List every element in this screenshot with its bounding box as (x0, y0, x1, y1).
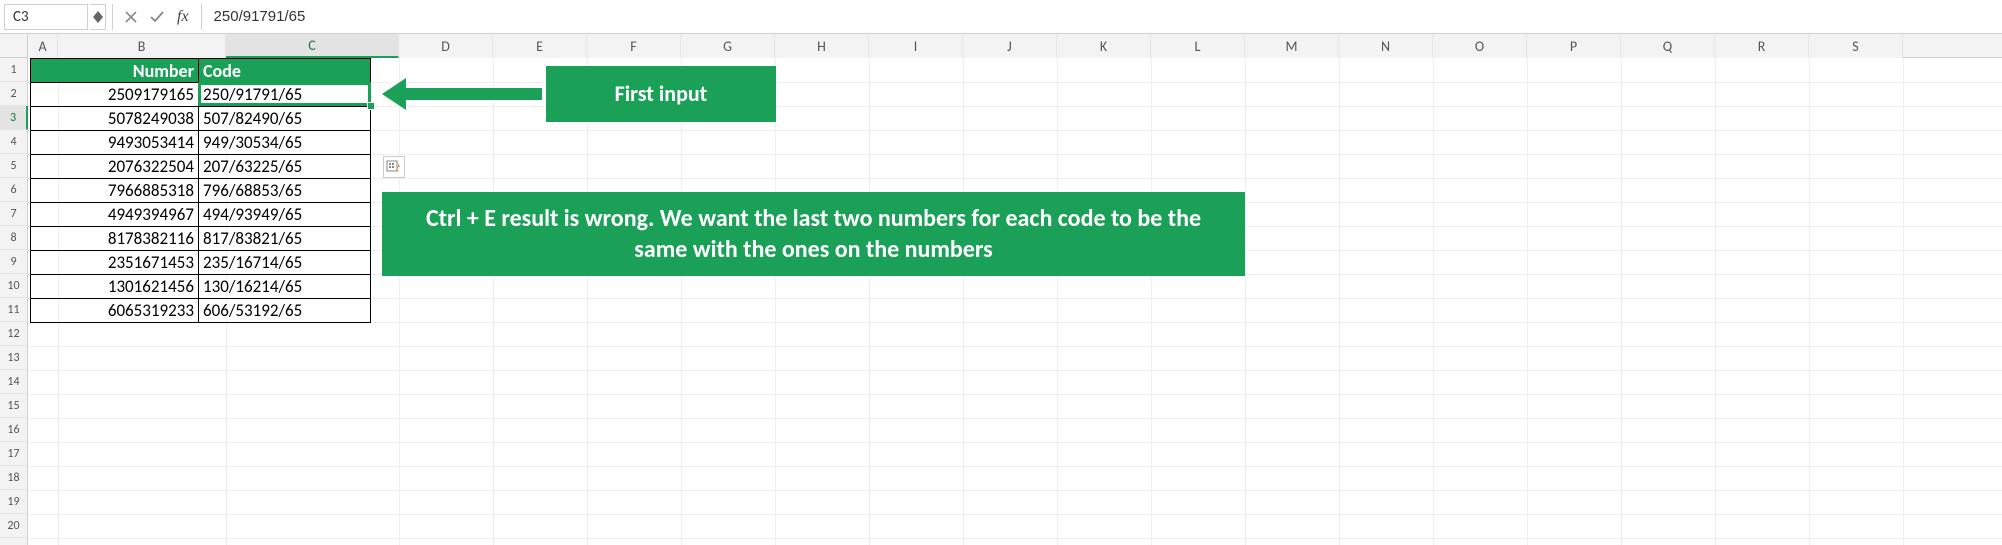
row-header[interactable]: 9 (0, 250, 28, 274)
table-row[interactable]: 8178382116817/83821/65 (31, 227, 371, 251)
cell-number[interactable]: 9493053414 (31, 131, 199, 155)
cell-code[interactable]: 796/68853/65 (199, 179, 371, 203)
row-headers: 12345678910111213141516171819202122 (0, 58, 28, 545)
table-row[interactable]: 2509179165250/91791/65 (31, 83, 371, 107)
fill-handle[interactable] (367, 102, 375, 110)
column-header[interactable]: S (1809, 34, 1903, 58)
table-row[interactable]: 5078249038507/82490/65 (31, 107, 371, 131)
row-header[interactable]: 2 (0, 82, 28, 106)
row-header[interactable]: 18 (0, 466, 28, 490)
cell-code[interactable]: 507/82490/65 (199, 107, 371, 131)
table-row[interactable]: 2076322504207/63225/65 (31, 155, 371, 179)
data-table: Number Code 2509179165250/91791/65507824… (30, 58, 371, 323)
divider (112, 4, 113, 30)
row-header[interactable]: 19 (0, 490, 28, 514)
table-header-number: Number (31, 59, 199, 83)
column-header[interactable]: H (775, 34, 869, 58)
column-header[interactable]: I (869, 34, 963, 58)
column-header[interactable]: E (493, 34, 587, 58)
select-all-corner[interactable] (0, 34, 28, 58)
column-header[interactable]: B (58, 34, 226, 58)
column-header[interactable]: N (1339, 34, 1433, 58)
confirm-formula-button[interactable] (145, 4, 169, 30)
cell-number[interactable]: 2076322504 (31, 155, 199, 179)
column-header[interactable]: O (1433, 34, 1527, 58)
column-header[interactable]: C (226, 34, 399, 58)
row-header[interactable]: 14 (0, 370, 28, 394)
callout-explanation-text: Ctrl + E result is wrong. We want the la… (400, 203, 1227, 265)
column-header[interactable]: Q (1621, 34, 1715, 58)
column-header[interactable]: J (963, 34, 1057, 58)
row-header[interactable]: 20 (0, 514, 28, 538)
column-header[interactable]: F (587, 34, 681, 58)
row-header[interactable]: 4 (0, 130, 28, 154)
flash-fill-options-button[interactable] (383, 156, 405, 178)
row-header[interactable]: 3 (0, 106, 28, 130)
spreadsheet-app: C3 fx ABCDEFGHIJKLMNOPQRS 12345678910111… (0, 0, 2002, 545)
cell-number[interactable]: 7966885318 (31, 179, 199, 203)
cell-number[interactable]: 5078249038 (31, 107, 199, 131)
divider (201, 4, 202, 30)
cell-code[interactable]: 130/16214/65 (199, 275, 371, 299)
row-header[interactable]: 7 (0, 202, 28, 226)
row-header[interactable]: 8 (0, 226, 28, 250)
cell-code[interactable]: 250/91791/65 (199, 83, 371, 107)
cell-number[interactable]: 8178382116 (31, 227, 199, 251)
row-header[interactable]: 5 (0, 154, 28, 178)
row-header[interactable]: 6 (0, 178, 28, 202)
table-row[interactable]: 7966885318796/68853/65 (31, 179, 371, 203)
table-header-code: Code (199, 59, 371, 83)
cell-code[interactable]: 817/83821/65 (199, 227, 371, 251)
column-header[interactable]: L (1151, 34, 1245, 58)
cell-number[interactable]: 6065319233 (31, 299, 199, 323)
cell-code[interactable]: 949/30534/65 (199, 131, 371, 155)
column-header[interactable]: A (28, 34, 58, 58)
column-header[interactable]: G (681, 34, 775, 58)
sheet-grid[interactable]: ABCDEFGHIJKLMNOPQRS 12345678910111213141… (0, 34, 2002, 545)
cell-code[interactable]: 207/63225/65 (199, 155, 371, 179)
row-header[interactable]: 10 (0, 274, 28, 298)
row-header[interactable]: 17 (0, 442, 28, 466)
row-header[interactable]: 21 (0, 538, 28, 545)
row-header[interactable]: 13 (0, 346, 28, 370)
column-header[interactable]: R (1715, 34, 1809, 58)
cell-number[interactable]: 1301621456 (31, 275, 199, 299)
cell-code[interactable]: 494/93949/65 (199, 203, 371, 227)
formula-bar: C3 fx (0, 0, 2002, 34)
callout-explanation: Ctrl + E result is wrong. We want the la… (382, 192, 1245, 276)
callout-first-input: First input (546, 66, 776, 122)
cell-code[interactable]: 606/53192/65 (199, 299, 371, 323)
row-header[interactable]: 12 (0, 322, 28, 346)
formula-input[interactable] (208, 4, 1998, 30)
table-body: 2509179165250/91791/655078249038507/8249… (31, 83, 371, 323)
table-row[interactable]: 1301621456130/16214/65 (31, 275, 371, 299)
column-header[interactable]: P (1527, 34, 1621, 58)
table-row[interactable]: 4949394967494/93949/65 (31, 203, 371, 227)
callout-first-input-text: First input (615, 80, 708, 109)
name-box[interactable]: C3 (4, 4, 88, 30)
table-row[interactable]: 6065319233606/53192/65 (31, 299, 371, 323)
cell-number[interactable]: 4949394967 (31, 203, 199, 227)
column-header[interactable]: M (1245, 34, 1339, 58)
table-row[interactable]: 9493053414949/30534/65 (31, 131, 371, 155)
cell-number[interactable]: 2509179165 (31, 83, 199, 107)
cell-code[interactable]: 235/16714/65 (199, 251, 371, 275)
cancel-formula-button[interactable] (119, 4, 143, 30)
row-header[interactable]: 1 (0, 58, 28, 82)
row-header[interactable]: 15 (0, 394, 28, 418)
arrow-first-input (382, 74, 542, 114)
table-row[interactable]: 2351671453235/16714/65 (31, 251, 371, 275)
cell-number[interactable]: 2351671453 (31, 251, 199, 275)
column-header[interactable]: K (1057, 34, 1151, 58)
column-header[interactable]: D (399, 34, 493, 58)
name-box-value: C3 (13, 8, 29, 26)
fx-label[interactable]: fx (171, 8, 195, 26)
row-header[interactable]: 11 (0, 298, 28, 322)
row-header[interactable]: 16 (0, 418, 28, 442)
column-headers: ABCDEFGHIJKLMNOPQRS (0, 34, 2002, 58)
name-box-stepper[interactable] (90, 4, 106, 30)
